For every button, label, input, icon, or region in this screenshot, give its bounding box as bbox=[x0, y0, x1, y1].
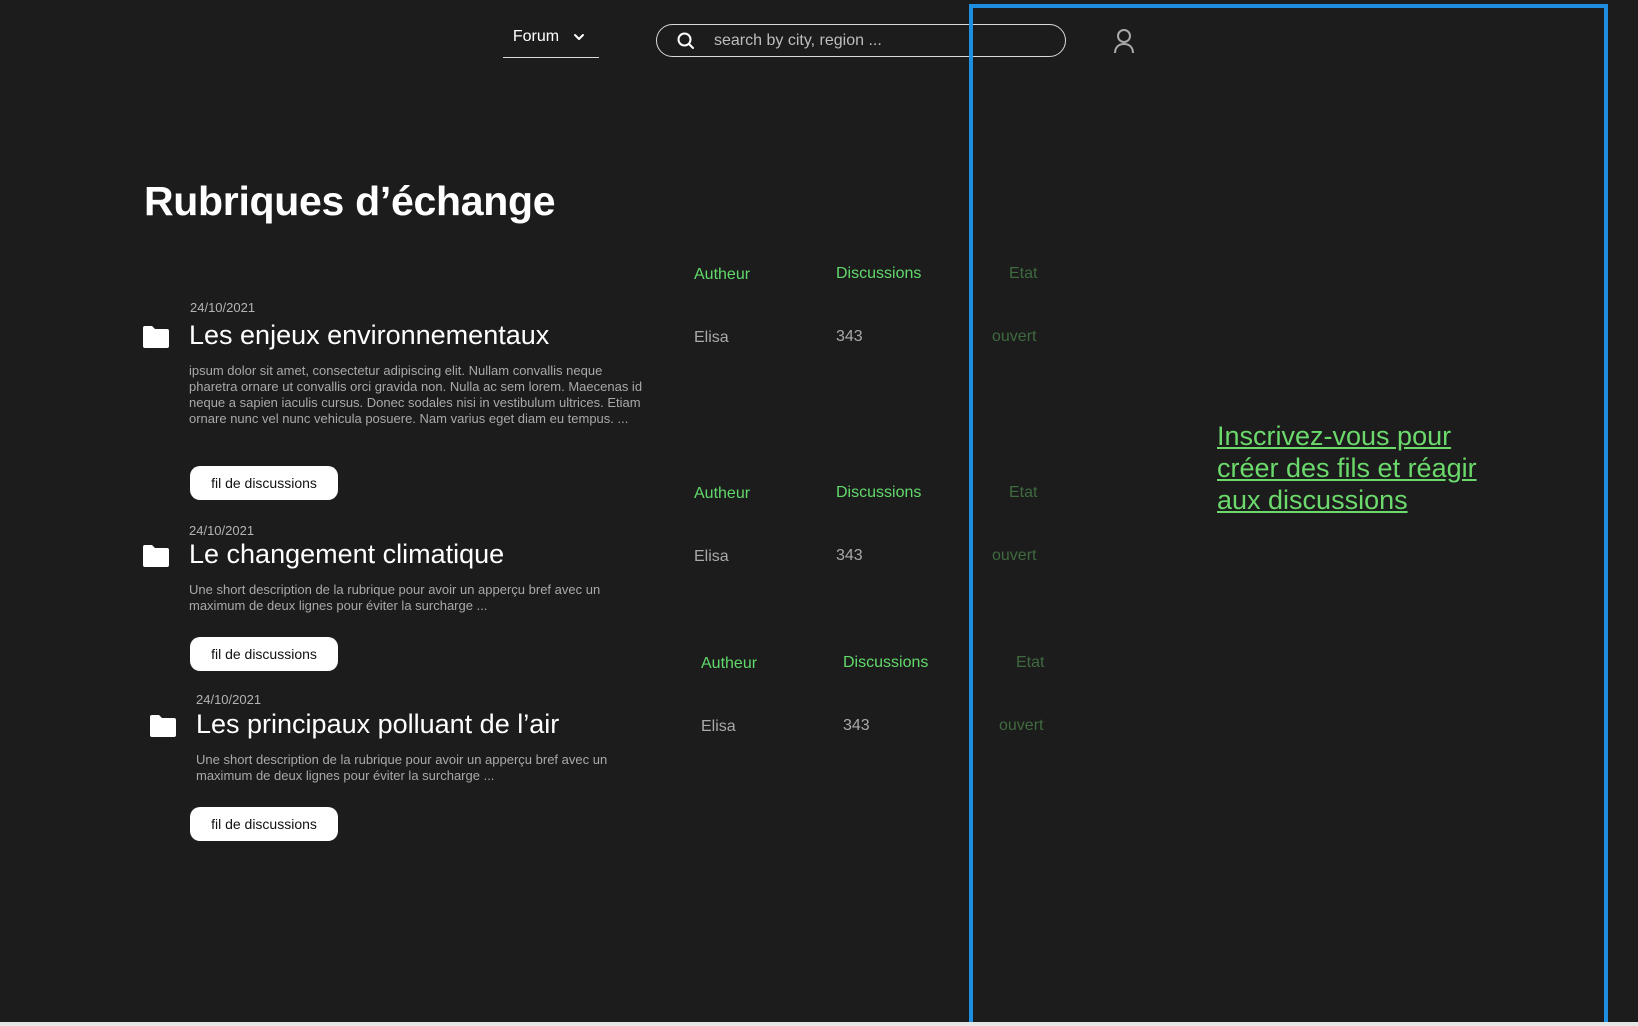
rubric-date: 24/10/2021 bbox=[190, 300, 256, 315]
rubric-author: Elisa bbox=[701, 718, 736, 735]
rubric-description: ipsum dolor sit amet, consectetur adipis… bbox=[189, 363, 643, 426]
rubric-date: 24/10/2021 bbox=[189, 523, 255, 538]
thread-button[interactable]: fil de discussions bbox=[190, 807, 338, 841]
forum-dropdown-label: Forum bbox=[512, 28, 560, 45]
bottom-divider bbox=[0, 1022, 1638, 1026]
rubric-discussions-count: 343 bbox=[843, 717, 870, 734]
rubric-date: 24/10/2021 bbox=[196, 692, 262, 707]
rubric-description: Une short description de la rubrique pou… bbox=[196, 752, 608, 783]
column-header-discussions: Discussions bbox=[836, 265, 922, 282]
folder-icon bbox=[150, 715, 176, 737]
rubric-title[interactable]: Le changement climatique bbox=[189, 539, 504, 570]
page-title: Rubriques d’échange bbox=[144, 178, 556, 224]
search-icon bbox=[676, 31, 696, 51]
rubric-discussions-count: 343 bbox=[836, 328, 863, 345]
column-header-discussions: Discussions bbox=[836, 484, 922, 501]
rubric-author: Elisa bbox=[694, 548, 729, 565]
rubric-title[interactable]: Les enjeux environnementaux bbox=[189, 320, 549, 351]
rubric-description: Une short description de la rubrique pou… bbox=[189, 582, 601, 613]
column-header-author: Autheur bbox=[701, 655, 758, 672]
rubric-author: Elisa bbox=[694, 329, 729, 346]
folder-icon bbox=[143, 545, 169, 567]
folder-icon bbox=[143, 326, 169, 348]
forum-dropdown[interactable]: Forum bbox=[503, 24, 599, 58]
signup-link[interactable]: Inscrivez-vous pour créer des fils et ré… bbox=[1217, 420, 1507, 516]
thread-button[interactable]: fil de discussions bbox=[190, 637, 338, 671]
rubric-title[interactable]: Les principaux polluant de l’air bbox=[196, 709, 559, 740]
column-header-author: Autheur bbox=[694, 266, 751, 283]
thread-button[interactable]: fil de discussions bbox=[190, 466, 338, 500]
column-header-author: Autheur bbox=[694, 485, 751, 502]
chevron-down-icon bbox=[573, 24, 589, 50]
rubric-discussions-count: 343 bbox=[836, 547, 863, 564]
column-header-discussions: Discussions bbox=[843, 654, 929, 671]
